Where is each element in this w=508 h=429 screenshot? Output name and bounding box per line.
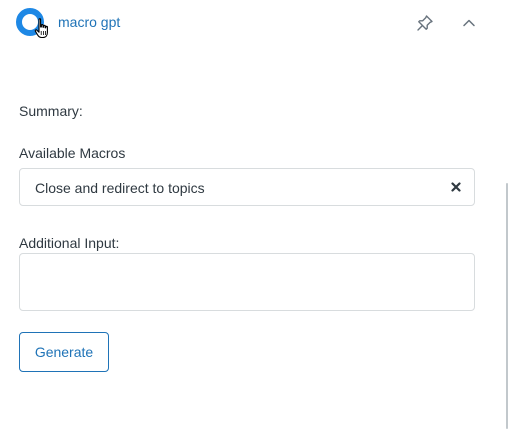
available-macros-label: Available Macros bbox=[19, 145, 126, 161]
available-macros-select[interactable]: Close and redirect to topics bbox=[19, 168, 475, 206]
macro-gpt-app: macro gpt Summary: Available Macros Clos… bbox=[0, 0, 508, 429]
additional-input-field[interactable] bbox=[19, 253, 475, 311]
clear-selection-button[interactable] bbox=[449, 180, 463, 194]
app-title: macro gpt bbox=[58, 14, 121, 30]
app-header: macro gpt bbox=[0, 0, 508, 46]
collapse-button[interactable] bbox=[456, 10, 482, 36]
pin-icon bbox=[417, 15, 433, 31]
app-logo-icon bbox=[15, 6, 49, 42]
generate-button[interactable]: Generate bbox=[19, 332, 109, 372]
selected-macro-value: Close and redirect to topics bbox=[35, 180, 205, 196]
clear-x-icon bbox=[451, 182, 461, 192]
additional-input-label: Additional Input: bbox=[19, 235, 120, 251]
summary-label: Summary: bbox=[19, 103, 83, 119]
chevron-up-icon bbox=[463, 19, 475, 27]
pin-button[interactable] bbox=[412, 10, 438, 36]
